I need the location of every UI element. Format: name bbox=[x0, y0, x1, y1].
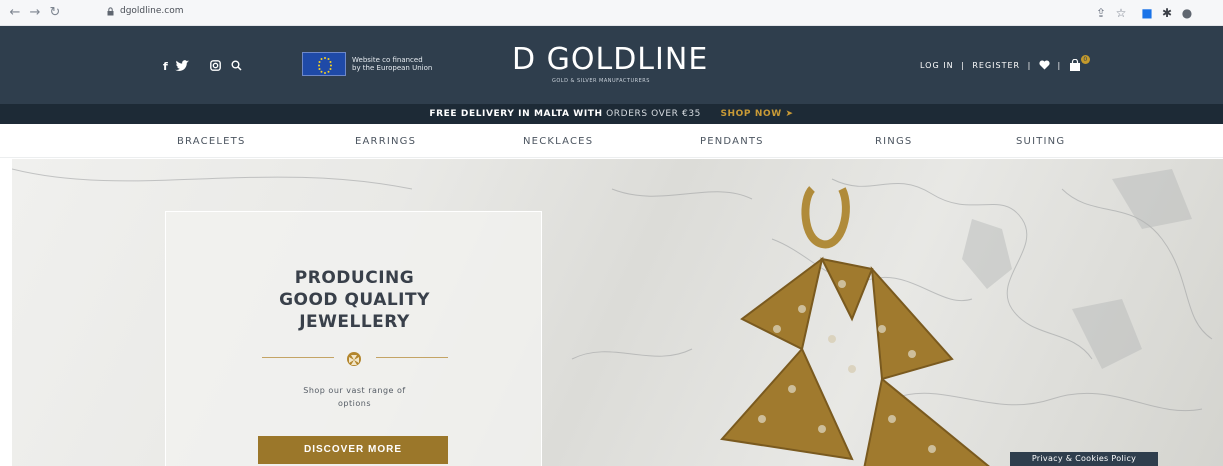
promo-banner: FREE DELIVERY IN MALTA WITH ORDERS OVER … bbox=[0, 104, 1223, 124]
eu-text: Website co financed by the European Unio… bbox=[352, 56, 462, 72]
separator: | bbox=[1027, 60, 1032, 70]
twitter-icon[interactable] bbox=[174, 59, 190, 71]
address-bar[interactable] bbox=[98, 3, 1118, 23]
facebook-icon[interactable]: f bbox=[163, 60, 168, 73]
promo-bold-text: FREE DELIVERY IN MALTA WITH bbox=[429, 109, 603, 119]
hero-banner: PRODUCING GOOD QUALITY JEWELLERY Shop ou… bbox=[12, 159, 1223, 466]
pendant-image bbox=[720, 186, 990, 466]
eu-funding-notice[interactable]: Website co financed by the European Unio… bbox=[302, 52, 462, 76]
hero-subtitle: Shop our vast range of options bbox=[166, 384, 543, 410]
star-icon[interactable]: ☆ bbox=[1113, 5, 1129, 21]
eu-text-line1: Website co financed bbox=[352, 56, 423, 64]
discover-more-button[interactable]: DISCOVER MORE bbox=[258, 436, 448, 464]
instagram-icon[interactable] bbox=[210, 60, 221, 71]
nav-bracelets[interactable]: BRACELETS bbox=[177, 136, 246, 147]
hero-title-line3: JEWELLERY bbox=[299, 312, 410, 332]
nav-suiting[interactable]: SUITING bbox=[1016, 136, 1065, 147]
forward-icon[interactable]: → bbox=[26, 4, 44, 22]
lock-icon bbox=[107, 7, 114, 16]
account-links: LOG IN | REGISTER | | 0 bbox=[920, 54, 1093, 71]
nav-rings[interactable]: RINGS bbox=[875, 136, 912, 147]
nav-pendants[interactable]: PENDANTS bbox=[700, 136, 764, 147]
register-link[interactable]: REGISTER bbox=[972, 61, 1020, 70]
site-logo[interactable]: D GOLDLINE bbox=[512, 42, 708, 77]
heart-icon[interactable] bbox=[1039, 60, 1050, 70]
hero-subtitle-line2: options bbox=[338, 399, 371, 408]
hero-card: PRODUCING GOOD QUALITY JEWELLERY Shop ou… bbox=[165, 211, 542, 466]
nav-earrings[interactable]: EARRINGS bbox=[355, 136, 416, 147]
privacy-policy-link[interactable]: Privacy & Cookies Policy bbox=[1010, 452, 1158, 466]
site-header: f Website co financed by the European Un… bbox=[0, 26, 1223, 104]
eu-text-line2: by the European Union bbox=[352, 64, 433, 72]
search-icon[interactable] bbox=[231, 60, 242, 71]
nav-necklaces[interactable]: NECKLACES bbox=[523, 136, 593, 147]
maltese-cross-icon bbox=[347, 352, 361, 366]
hero-divider bbox=[262, 352, 448, 366]
promo-text: ORDERS OVER €35 bbox=[606, 109, 701, 119]
shop-now-link[interactable]: SHOP NOW ➤ bbox=[720, 109, 793, 119]
category-nav: BRACELETS EARRINGS NECKLACES PENDANTS RI… bbox=[0, 124, 1223, 158]
extension-icon[interactable]: ■ bbox=[1139, 5, 1155, 21]
separator: | bbox=[1057, 60, 1062, 70]
separator: | bbox=[961, 60, 965, 70]
hero-subtitle-line1: Shop our vast range of bbox=[303, 386, 406, 395]
puzzle-icon[interactable]: ✱ bbox=[1159, 5, 1175, 21]
back-icon[interactable]: ← bbox=[6, 4, 24, 22]
reload-icon[interactable]: ↻ bbox=[46, 4, 64, 22]
cart-count-badge: 0 bbox=[1081, 54, 1091, 64]
hero-title-line1: PRODUCING bbox=[294, 268, 415, 288]
share-icon[interactable]: ⇪ bbox=[1093, 5, 1109, 21]
eu-flag-icon bbox=[302, 52, 346, 76]
cart-icon[interactable] bbox=[1069, 58, 1081, 71]
hero-title: PRODUCING GOOD QUALITY JEWELLERY bbox=[166, 267, 543, 333]
hero-title-line2: GOOD QUALITY bbox=[279, 290, 430, 310]
url-text[interactable]: dgoldline.com bbox=[120, 6, 183, 16]
browser-toolbar: ← → ↻ dgoldline.com ⇪ ☆ ■ ✱ ● bbox=[0, 0, 1223, 26]
login-link[interactable]: LOG IN bbox=[920, 61, 954, 70]
profile-icon[interactable]: ● bbox=[1179, 5, 1195, 21]
logo-tagline: GOLD & SILVER MANUFACTURERS bbox=[552, 78, 650, 84]
